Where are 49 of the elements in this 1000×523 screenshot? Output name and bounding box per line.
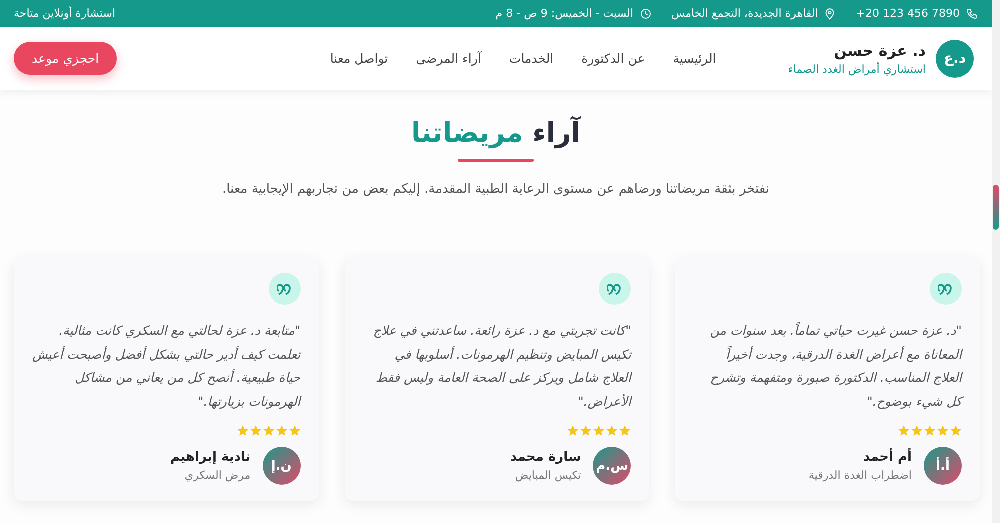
star-icon <box>567 425 580 437</box>
phone-icon <box>966 8 978 20</box>
clock-icon <box>640 8 652 20</box>
avatar-initials: س.م <box>593 447 632 485</box>
patient-condition: مرض السكري <box>184 469 251 482</box>
star-icon <box>619 425 632 437</box>
star-icon <box>250 425 262 437</box>
testimonial-quote: "متابعة د. عزة لحالتي مع السكري كانت مثالية. تعلمت كيف أدير حالتي بشكل أفضل وأصبحت أعيش حياة طبيعية. أنصح كل من يعاني من مشاكل الهرمونات بزيارتها." <box>32 322 301 411</box>
star-icon <box>898 425 910 437</box>
patient-condition: اضطراب الغدة الدرقية <box>808 469 912 482</box>
nav-link[interactable]: الخدمات <box>497 45 566 72</box>
patient-name: سارة محمد <box>510 450 582 465</box>
hours-text: السبت - الخميس: 9 ص - 8 م <box>496 7 634 20</box>
testimonial-quote: "كانت تجربتي مع د. عزة رائعة. ساعدتني في علاج تكيس المبايض وتنظيم الهرمونات. أسلوبها في العلاج شامل ويركز على الصحة العامة وليس فقط الأعراض." <box>372 322 632 411</box>
star-icon <box>911 425 923 437</box>
star-icon <box>937 425 949 437</box>
phone-number: +20 123 456 7890 <box>856 7 960 20</box>
section-subtitle: نفتخر بثقة مريضاتنا ورضاهم عن مستوى الرعاية الطبية المقدمة. إليكم بعض من تجاربهم الإيجابية معنا. <box>222 182 770 197</box>
testimonial-quote: "د. عزة حسن غيرت حياتي تماماً. بعد سنوات من المعاناة مع أعراض الغدة الدرقية، وجدت أخيراً العلاج المناسب. الدكتورة صبورة ومتفهمة وتشرح كل شيء بوضوح." <box>693 319 962 413</box>
patient-name: نادية إبراهيم <box>170 450 251 465</box>
star-icon <box>924 425 936 437</box>
book-appointment-button[interactable]: احجزي موعد <box>14 42 118 75</box>
star-icon <box>236 425 249 437</box>
star-icon <box>262 425 275 437</box>
quote-icon <box>268 273 301 305</box>
location-pin-icon <box>824 8 836 20</box>
scrollbar-thumb[interactable] <box>993 185 999 230</box>
star-icon <box>950 425 962 437</box>
star-icon <box>276 425 288 437</box>
doctor-tagline: استشاري أمراض الغدد الصماء <box>788 62 926 76</box>
avatar-initials: ن.إ <box>262 447 301 485</box>
online-consultation-text: استشارة أونلاين متاحة <box>14 7 116 20</box>
nav-link[interactable]: الرئيسية <box>661 45 728 72</box>
doctor-name: د. عزة حسن <box>833 42 926 60</box>
nav-link[interactable]: آراء المرضى <box>404 45 494 72</box>
avatar-initials: أ.أ <box>924 447 962 485</box>
star-icon <box>606 425 618 437</box>
address-text: القاهرة الجديدة، التجمع الخامس <box>672 7 818 20</box>
patient-name: أم أحمد <box>862 450 912 465</box>
star-icon <box>580 425 592 437</box>
quote-icon <box>599 273 632 305</box>
section-title: آراء مريضاتنا <box>412 118 580 149</box>
star-icon <box>288 425 301 437</box>
nav-link[interactable]: تواصل معنا <box>318 45 400 72</box>
patient-condition: تكيس المبايض <box>514 469 582 482</box>
nav-link[interactable]: عن الدكتورة <box>570 45 658 72</box>
logo-badge[interactable]: د.ع <box>936 40 974 78</box>
quote-icon <box>930 273 962 305</box>
star-icon <box>593 425 606 437</box>
